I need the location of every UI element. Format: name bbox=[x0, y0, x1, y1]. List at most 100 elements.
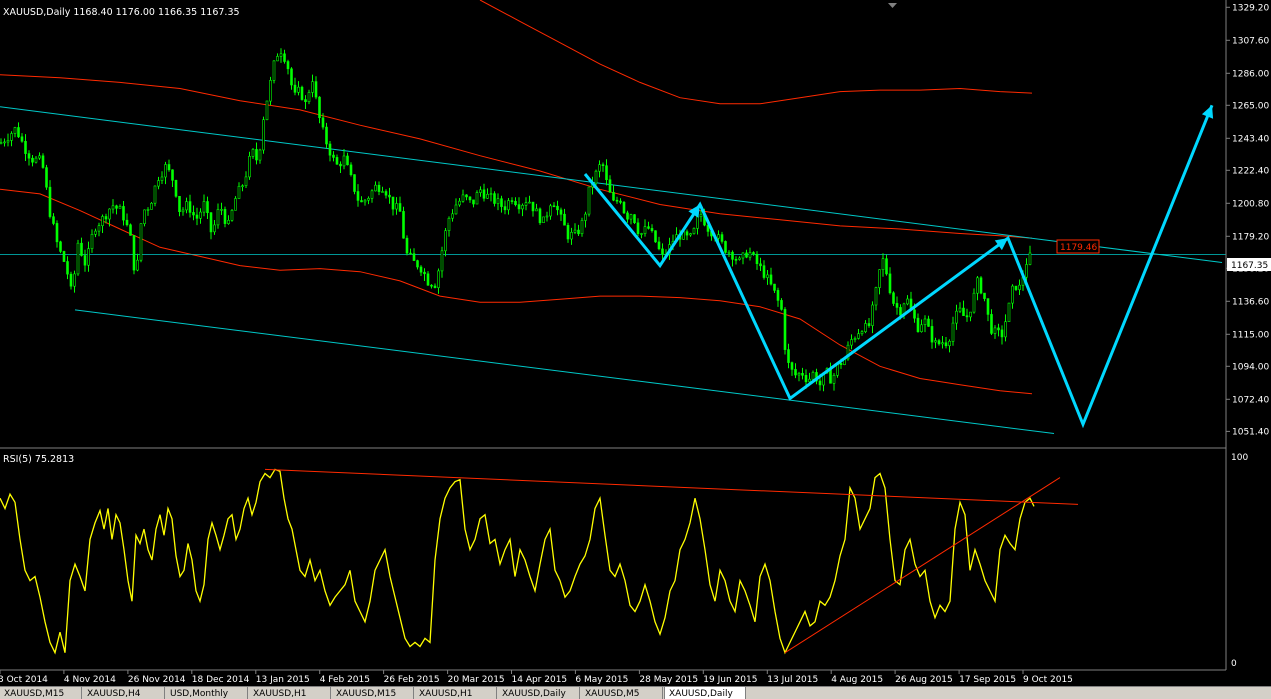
candle-body bbox=[122, 206, 125, 221]
candle-body bbox=[542, 216, 545, 223]
candle-body bbox=[178, 196, 181, 213]
candle-body bbox=[766, 274, 769, 278]
candle-body bbox=[6, 140, 10, 143]
candle-body bbox=[619, 200, 622, 203]
candle-body bbox=[297, 86, 300, 93]
candle-body bbox=[647, 226, 650, 229]
candle-body bbox=[328, 143, 332, 156]
candle-body bbox=[90, 234, 94, 249]
candle-body bbox=[962, 307, 965, 317]
candle-body bbox=[580, 220, 584, 234]
candle-body bbox=[937, 340, 941, 345]
current-price-label: 1167.35 bbox=[1231, 261, 1268, 271]
candle-body bbox=[367, 198, 370, 201]
candle-body bbox=[552, 205, 556, 208]
candle-body bbox=[906, 298, 909, 305]
time-tick-label: 17 Sep 2015 bbox=[959, 675, 1016, 685]
candle-body bbox=[164, 164, 167, 178]
candle-body bbox=[265, 100, 269, 121]
candle-body bbox=[475, 192, 479, 205]
candle-body bbox=[643, 226, 647, 234]
candle-body bbox=[290, 68, 293, 86]
candle-body bbox=[472, 199, 475, 205]
candle-body bbox=[874, 287, 878, 306]
candle-body bbox=[944, 342, 948, 347]
candle-body bbox=[853, 338, 857, 340]
candle-body bbox=[374, 184, 377, 192]
chart-tab[interactable]: XAUUSD,M5 bbox=[581, 687, 663, 699]
candle-body bbox=[927, 318, 930, 327]
candle-body bbox=[129, 224, 132, 236]
candle-body bbox=[447, 218, 451, 232]
candle-body bbox=[969, 311, 972, 318]
candle-body bbox=[780, 300, 783, 310]
candle-body bbox=[318, 96, 321, 118]
candle-body bbox=[104, 216, 108, 220]
candle-body bbox=[52, 216, 55, 224]
candle-body bbox=[545, 215, 549, 218]
candle-body bbox=[213, 224, 216, 233]
candle-body bbox=[157, 180, 160, 187]
candle-body bbox=[111, 205, 115, 210]
candle-body bbox=[139, 223, 143, 261]
candle-body bbox=[559, 209, 563, 215]
time-tick-label: 26 Nov 2014 bbox=[128, 675, 186, 685]
chart-tab[interactable]: XAUUSD,H1 bbox=[249, 687, 331, 699]
candle-body bbox=[881, 258, 885, 271]
candle-body bbox=[94, 230, 97, 235]
chart-tab[interactable]: XAUUSD,H4 bbox=[83, 687, 165, 699]
chart-tab[interactable]: XAUUSD,H1 bbox=[415, 687, 497, 699]
chart-tab[interactable]: XAUUSD,Daily bbox=[498, 687, 580, 699]
price-tick-label: 1051.40 bbox=[1232, 427, 1269, 437]
candle-body bbox=[437, 270, 440, 288]
candle-body bbox=[153, 185, 157, 204]
time-tick-label: 6 May 2015 bbox=[575, 675, 628, 685]
price-tick-label: 1115.00 bbox=[1232, 330, 1269, 340]
price-tick-label: 1136.60 bbox=[1232, 297, 1269, 307]
candle-body bbox=[132, 235, 136, 271]
candle-body bbox=[430, 284, 433, 287]
candle-body bbox=[300, 86, 304, 100]
candle-body bbox=[636, 222, 640, 235]
time-tick-label: 4 Nov 2014 bbox=[64, 675, 116, 685]
candle-body bbox=[377, 184, 381, 192]
candle-body bbox=[762, 265, 766, 278]
chart-tab[interactable]: USD,Monthly bbox=[166, 687, 248, 699]
candle-body bbox=[202, 201, 206, 213]
candle-body bbox=[87, 248, 90, 266]
candle-body bbox=[776, 290, 780, 301]
candle-body bbox=[717, 234, 720, 239]
candle-body bbox=[27, 153, 31, 159]
candle-body bbox=[13, 127, 17, 134]
chart-tab-bar: XAUUSD,M15 XAUUSD,H4 USD,Monthly XAUUSD,H1 X… bbox=[0, 686, 1271, 699]
candle-body bbox=[444, 230, 447, 252]
candle-body bbox=[727, 251, 731, 254]
candle-body bbox=[272, 60, 276, 81]
candle-body bbox=[986, 298, 990, 315]
candle-body bbox=[535, 208, 538, 212]
candle-body bbox=[38, 155, 41, 159]
candle-body bbox=[423, 271, 426, 275]
candle-body bbox=[454, 204, 458, 215]
candle-body bbox=[409, 252, 412, 255]
candle-body bbox=[731, 251, 734, 260]
candle-body bbox=[773, 283, 776, 291]
candle-body bbox=[640, 233, 643, 235]
candle-body bbox=[486, 194, 489, 199]
chart-tab[interactable]: XAUUSD,Daily bbox=[664, 687, 746, 699]
candle-body bbox=[867, 323, 871, 326]
candle-body bbox=[234, 198, 237, 211]
candle-body bbox=[0, 142, 3, 144]
chart-tab[interactable]: XAUUSD,M15 bbox=[332, 687, 414, 699]
candle-body bbox=[227, 220, 230, 225]
candle-body bbox=[482, 189, 486, 199]
candle-body bbox=[363, 199, 367, 203]
candle-body bbox=[108, 208, 111, 220]
time-tick-label: 4 Feb 2015 bbox=[320, 675, 370, 685]
candle-body bbox=[538, 208, 542, 223]
candle-body bbox=[556, 205, 559, 211]
candle-body bbox=[136, 259, 139, 271]
chart-tab[interactable]: XAUUSD,M15 bbox=[0, 687, 82, 699]
candle-body bbox=[150, 203, 153, 210]
candle-body bbox=[248, 156, 251, 178]
